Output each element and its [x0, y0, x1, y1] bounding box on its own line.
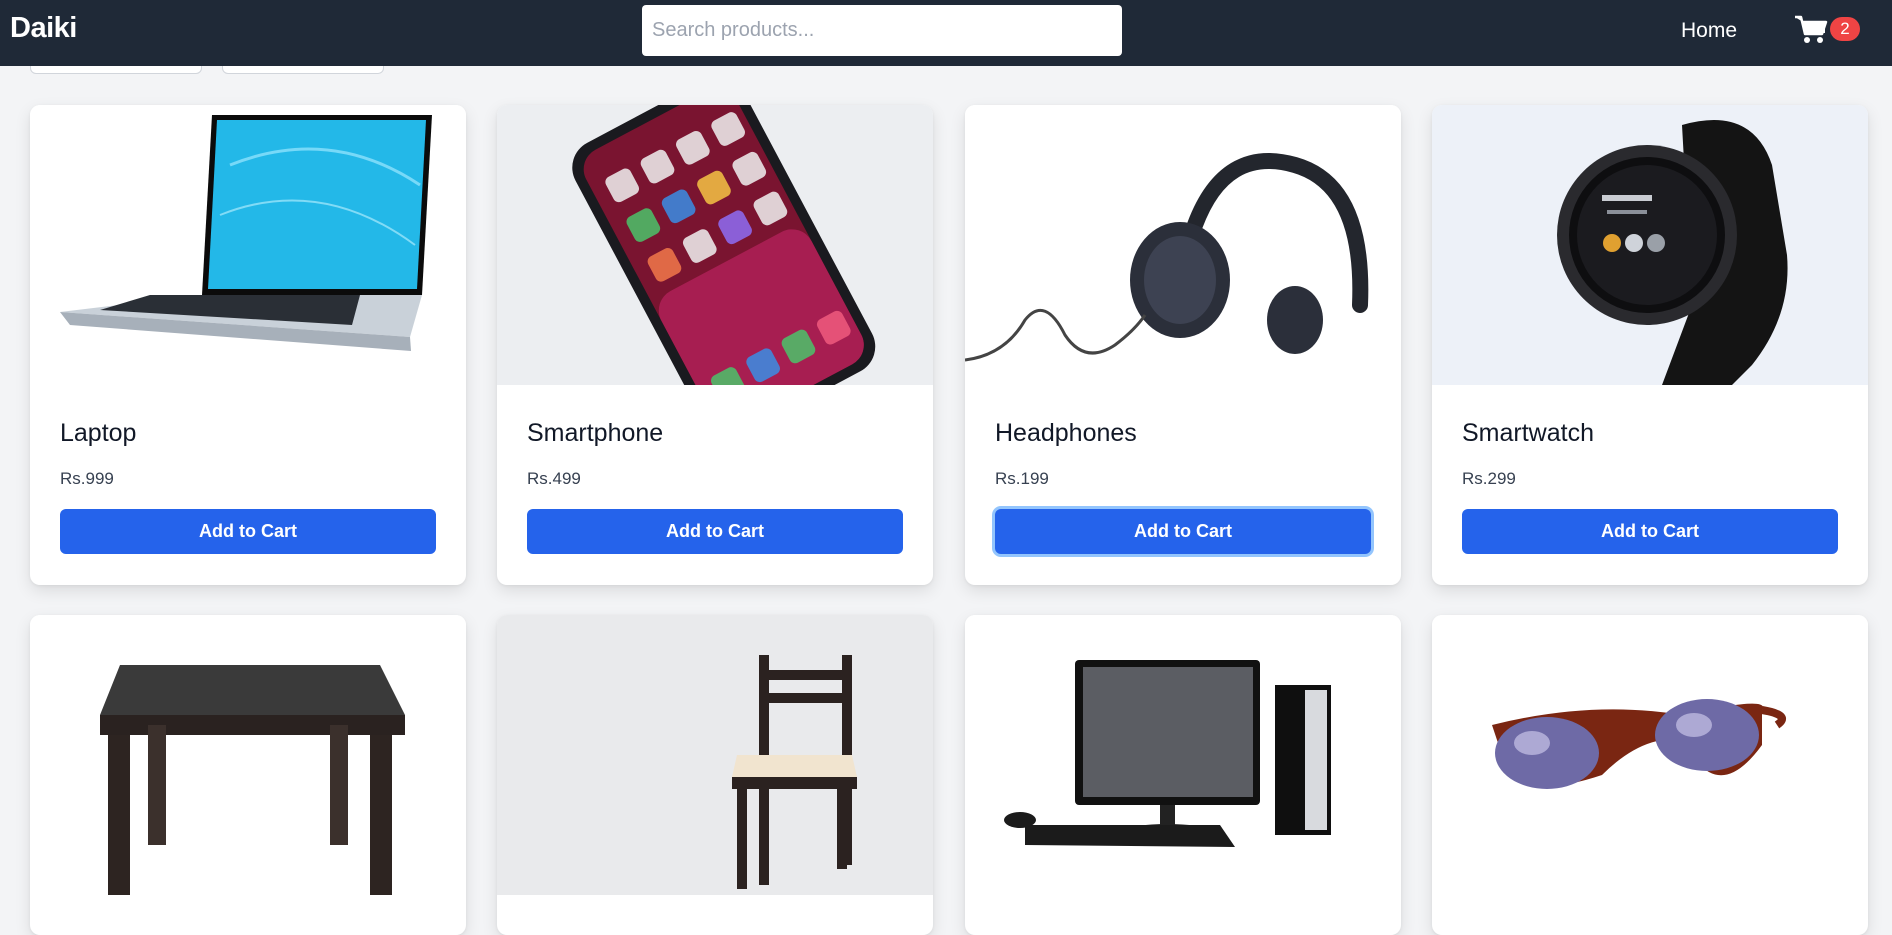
product-card: [1432, 615, 1868, 935]
chair-image: [732, 655, 857, 889]
brand-logo[interactable]: Daiki: [10, 12, 77, 45]
table-image: [100, 665, 405, 895]
product-card: Smartphone Rs.499 Add to Cart: [497, 105, 933, 585]
nav-home-link[interactable]: Home: [1681, 19, 1737, 43]
add-to-cart-button[interactable]: Add to Cart: [527, 509, 903, 554]
product-image: [1432, 105, 1868, 385]
product-price: Rs.499: [527, 469, 581, 488]
product-card: [965, 615, 1401, 935]
product-card: Headphones Rs.199 Add to Cart: [965, 105, 1401, 585]
product-image: [965, 105, 1401, 385]
navbar: Daiki Home 2: [0, 0, 1892, 66]
add-to-cart-button[interactable]: Add to Cart: [1462, 509, 1838, 554]
product-name: Laptop: [60, 419, 137, 447]
headphones-image: [965, 153, 1369, 362]
product-name: Headphones: [995, 419, 1137, 447]
search-input[interactable]: [642, 5, 1122, 56]
product-image: [497, 615, 933, 895]
product-image: [30, 105, 466, 385]
add-to-cart-button[interactable]: Add to Cart: [995, 509, 1371, 554]
product-price: Rs.199: [995, 469, 1049, 488]
product-name: Smartwatch: [1462, 419, 1594, 447]
product-image: [497, 105, 933, 385]
product-card: Laptop Rs.999 Add to Cart: [30, 105, 466, 585]
product-image: [1432, 615, 1868, 895]
product-card: [497, 615, 933, 935]
cart-icon: [1795, 15, 1828, 43]
product-price: Rs.299: [1462, 469, 1516, 488]
product-card: [30, 615, 466, 935]
smartwatch-image: [1557, 120, 1788, 385]
product-price: Rs.999: [60, 469, 114, 488]
laptop-image: [60, 115, 432, 351]
add-to-cart-button[interactable]: Add to Cart: [60, 509, 436, 554]
sunglasses-image: [1492, 699, 1786, 789]
smartphone-image: [572, 105, 876, 385]
cart-button[interactable]: 2: [1794, 14, 1860, 46]
cart-count-badge: 2: [1830, 17, 1860, 41]
product-card: Smartwatch Rs.299 Add to Cart: [1432, 105, 1868, 585]
product-name: Smartphone: [527, 419, 664, 447]
product-image: [30, 615, 466, 895]
product-image: [965, 615, 1401, 895]
desktop-computer-image: [1004, 660, 1331, 847]
